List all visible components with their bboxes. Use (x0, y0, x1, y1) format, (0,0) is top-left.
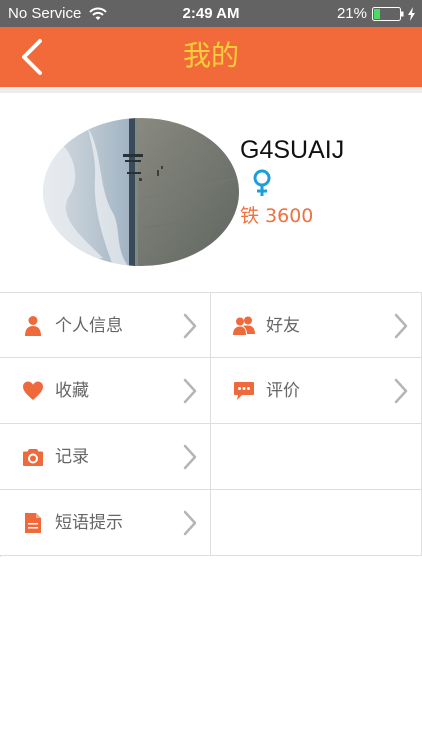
status-right: 21% (337, 5, 416, 23)
username: G4SUAIJ (240, 136, 345, 164)
profile-section: G4SUAIJ 铁 3600 (0, 93, 422, 292)
menu-item-label: 记录 (55, 447, 89, 467)
menu-item-personal-info[interactable]: 个人信息 (0, 293, 211, 358)
chat-bubble-icon (233, 380, 255, 402)
page-title: 我的 (182, 39, 239, 72)
heart-icon (22, 380, 44, 402)
menu-item-label: 短语提示 (55, 513, 123, 533)
chevron-right-icon (182, 444, 198, 470)
avatar-photo (43, 118, 239, 266)
menu-item-label: 收藏 (55, 381, 89, 401)
battery-percentage: 21% (336, 5, 367, 22)
menu-item-reviews[interactable]: 评价 (211, 358, 422, 424)
camera-icon (22, 446, 44, 468)
score-value: 3600 (265, 205, 314, 227)
navigation-bar: 我的 (0, 27, 422, 87)
menu-empty-cell (211, 490, 422, 556)
user-score: 铁 3600 (240, 201, 313, 228)
menu-item-label: 评价 (266, 381, 300, 401)
status-bar: No Service 2:49 AM 21% (0, 0, 422, 27)
chevron-right-icon (182, 378, 198, 404)
menu-item-favorites[interactable]: 收藏 (0, 358, 211, 424)
menu-item-phrase-tips[interactable]: 短语提示 (0, 490, 211, 556)
score-label: 铁 (240, 205, 260, 227)
menu-item-records[interactable]: 记录 (0, 424, 211, 490)
menu-empty-cell (211, 424, 422, 490)
female-symbol-icon (250, 169, 274, 197)
chevron-right-icon (182, 313, 198, 339)
menu-item-label: 好友 (266, 316, 300, 336)
menu-grid: 个人信息 好友 收藏 评价 记录 短语提示 (0, 292, 422, 557)
battery-icon (372, 7, 404, 21)
menu-item-label: 个人信息 (55, 316, 123, 336)
menu-item-friends[interactable]: 好友 (211, 293, 422, 358)
charging-bolt-icon (408, 7, 415, 21)
avatar[interactable] (43, 118, 239, 266)
person-icon (22, 315, 44, 337)
chevron-right-icon (393, 378, 409, 404)
chevron-right-icon (393, 313, 409, 339)
friends-icon (233, 315, 255, 337)
document-icon (22, 512, 44, 534)
chevron-right-icon (182, 510, 198, 536)
